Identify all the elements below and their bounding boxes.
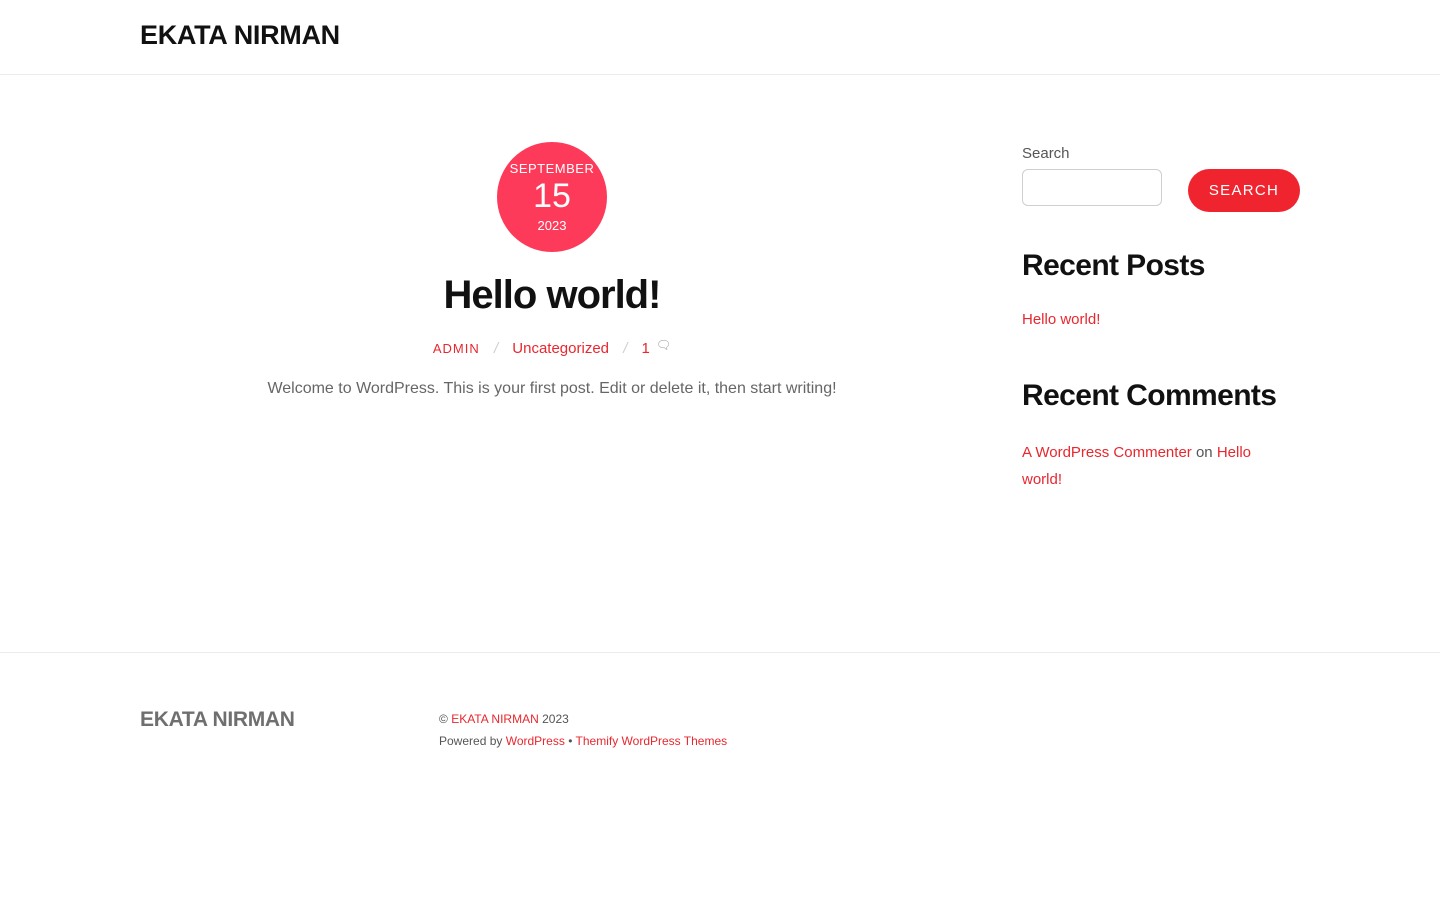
footer-credits: © EKATA NIRMAN 2023 Powered by WordPress… [439,708,727,752]
meta-separator: / [493,340,499,357]
post-date-day: 15 [533,177,571,215]
post-date-year: 2023 [537,218,567,233]
copyright-year: 2023 [542,712,569,726]
speech-bubble-icon: 🗨︎ [655,338,672,352]
post-category-link[interactable]: Uncategorized [512,340,609,357]
search-button[interactable]: SEARCH [1188,169,1300,212]
copyright-symbol: © [439,712,448,726]
recent-post-link[interactable]: Hello world! [1022,311,1100,328]
search-input[interactable] [1022,169,1162,206]
recent-comments-heading: Recent Comments [1022,379,1277,412]
copyright-site-link[interactable]: EKATA NIRMAN [451,712,539,726]
post-date-month: SEPTEMBER [509,161,595,176]
comment-count: 1 [641,340,650,357]
comment-author-link[interactable]: A WordPress Commenter [1022,444,1192,461]
themify-link[interactable]: Themify WordPress Themes [576,734,728,748]
recent-comment-item: A WordPress Commenter on Hello world! [1022,439,1292,493]
copyright-line: © EKATA NIRMAN 2023 [439,708,727,730]
post-excerpt: Welcome to WordPress. This is your first… [267,380,837,397]
wordpress-link[interactable]: WordPress [506,734,565,748]
post-meta: ADMIN / Uncategorized / 1 🗨︎ [252,338,852,359]
post-comments-link[interactable]: 1 🗨︎ [641,338,672,357]
search-label: Search [1022,145,1070,162]
main-content: SEPTEMBER 15 2023 Hello world! ADMIN / U… [0,75,1440,652]
credit-bullet: • [568,734,573,748]
site-title-link[interactable]: EKATA NIRMAN [140,20,340,51]
comment-on-text: on [1195,444,1213,461]
powered-by-text: Powered by [439,734,503,748]
post-title-link[interactable]: Hello world! [252,270,852,320]
post-date-badge: SEPTEMBER 15 2023 [497,142,607,252]
powered-by-line: Powered by WordPress • Themify WordPress… [439,730,727,752]
meta-separator: / [623,340,628,357]
site-footer: EKATA NIRMAN © EKATA NIRMAN 2023 Powered… [0,652,1440,900]
recent-posts-heading: Recent Posts [1022,249,1205,282]
post-author-link[interactable]: ADMIN [433,341,480,356]
site-header: EKATA NIRMAN [0,0,1440,75]
footer-site-title-link[interactable]: EKATA NIRMAN [140,708,295,732]
